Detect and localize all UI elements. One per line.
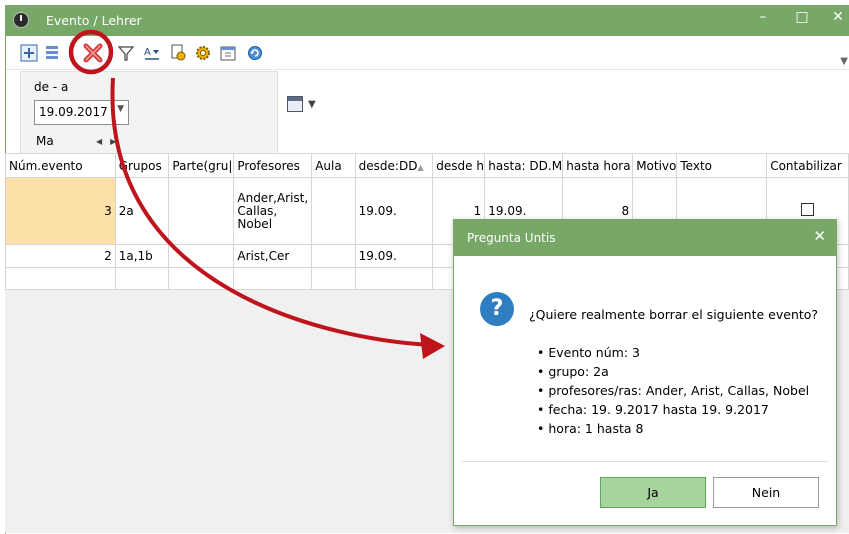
col-header[interactable]: desde h: [432, 153, 486, 178]
col-header[interactable]: hasta hora: [562, 153, 634, 178]
detail-item: profesores/ras: Ander, Arist, Callas, No…: [537, 381, 809, 400]
cell-profesores[interactable]: Arist,Cer: [233, 244, 313, 268]
detail-item: hora: 1 hasta 8: [537, 419, 809, 438]
cell-parte[interactable]: [168, 177, 235, 245]
cell-num[interactable]: 3: [5, 177, 116, 245]
calendar-dropdown-button[interactable]: ▼: [285, 93, 321, 117]
col-header[interactable]: Profesores: [233, 153, 313, 178]
calendar-icon: [287, 96, 303, 112]
cell-parte[interactable]: [168, 244, 235, 268]
event-details-list: Evento núm: 3 grupo: 2a profesores/ras: …: [537, 343, 809, 438]
new-icon[interactable]: [20, 44, 38, 62]
cell-num[interactable]: 2: [5, 244, 116, 268]
col-header[interactable]: hasta: DD.M: [484, 153, 564, 178]
toolbar: A ▼: [6, 36, 849, 70]
svg-text:A: A: [144, 47, 151, 58]
list-icon[interactable]: [43, 44, 61, 62]
filter-icon[interactable]: [117, 44, 135, 62]
confirm-delete-dialog: Pregunta Untis ✕ ? ¿Quiere realmente bor…: [453, 219, 837, 526]
cell-grupos[interactable]: 2a: [114, 177, 170, 245]
detail-item: grupo: 2a: [537, 362, 809, 381]
question-icon: ?: [480, 292, 514, 326]
col-header[interactable]: Texto: [676, 153, 768, 178]
date-filter-panel: de - a 19.09.2017 ▼ Ma ◀▶: [20, 71, 278, 156]
refresh-icon[interactable]: [246, 44, 264, 62]
col-header[interactable]: Motivo: [632, 153, 678, 178]
detail-item: Evento núm: 3: [537, 343, 809, 362]
dialog-divider: [462, 461, 828, 462]
date-input[interactable]: 19.09.2017 ▼: [34, 100, 129, 125]
minimize-button[interactable]: –: [743, 5, 783, 36]
cell-desde[interactable]: 19.09.: [354, 177, 434, 245]
col-header[interactable]: Contabilizar: [766, 153, 849, 178]
print-icon[interactable]: [169, 44, 187, 62]
prev-next-arrows-icon[interactable]: ◀▶: [96, 137, 126, 146]
toolbar-overflow-icon[interactable]: ▼: [840, 56, 848, 67]
dialog-close-icon[interactable]: ✕: [813, 227, 826, 245]
no-button[interactable]: Nein: [713, 477, 819, 508]
cell-grupos[interactable]: 1a,1b: [114, 244, 170, 268]
sort-icon[interactable]: A: [143, 44, 161, 62]
close-button[interactable]: ✕: [818, 5, 849, 36]
cell-empty[interactable]: [311, 267, 356, 290]
weekday-label: Ma: [36, 134, 54, 148]
title-bar[interactable]: Evento / Lehrer – □ ✕: [6, 5, 849, 36]
sort-asc-icon: ▲: [417, 162, 424, 172]
yes-button[interactable]: Ja: [600, 477, 706, 508]
chevron-down-icon: ▼: [308, 99, 316, 110]
col-header[interactable]: Aula: [311, 153, 356, 178]
app-clock-icon: [13, 12, 29, 28]
maximize-button[interactable]: □: [782, 5, 822, 36]
dialog-title: Pregunta Untis: [467, 231, 556, 245]
col-header-label: desde:DD: [358, 158, 418, 173]
chevron-down-icon[interactable]: ▼: [117, 104, 124, 114]
col-header[interactable]: Parte(gru|: [168, 153, 235, 178]
col-header-sorted[interactable]: desde:DD▲: [354, 153, 434, 178]
cell-empty[interactable]: [233, 267, 313, 290]
date-value: 19.09.2017: [39, 105, 108, 119]
delete-icon[interactable]: [82, 42, 104, 64]
cell-aula[interactable]: [311, 177, 356, 245]
settings-icon[interactable]: [194, 44, 212, 62]
cell-empty[interactable]: [114, 267, 170, 290]
cell-profesores[interactable]: Ander,Arist, Callas, Nobel: [233, 177, 313, 245]
col-header[interactable]: Núm.evento: [5, 153, 116, 178]
date-range-label: de - a: [34, 80, 69, 94]
col-header[interactable]: Grupos: [114, 153, 170, 178]
cell-empty[interactable]: [354, 267, 434, 290]
cell-desde[interactable]: 19.09.: [354, 244, 434, 268]
calendar-icon[interactable]: [219, 44, 237, 62]
detail-item: fecha: 19. 9.2017 hasta 19. 9.2017: [537, 400, 809, 419]
header-row: Núm.evento Grupos Parte(gru| Profesores …: [5, 153, 849, 178]
cell-empty[interactable]: [5, 267, 116, 290]
dialog-title-bar[interactable]: Pregunta Untis ✕: [454, 220, 836, 256]
cell-aula[interactable]: [311, 244, 356, 268]
contabilizar-checkbox[interactable]: [801, 203, 815, 216]
cell-empty[interactable]: [168, 267, 235, 290]
window-title: Evento / Lehrer: [46, 13, 142, 28]
dialog-question: ¿Quiere realmente borrar el siguiente ev…: [529, 307, 819, 322]
